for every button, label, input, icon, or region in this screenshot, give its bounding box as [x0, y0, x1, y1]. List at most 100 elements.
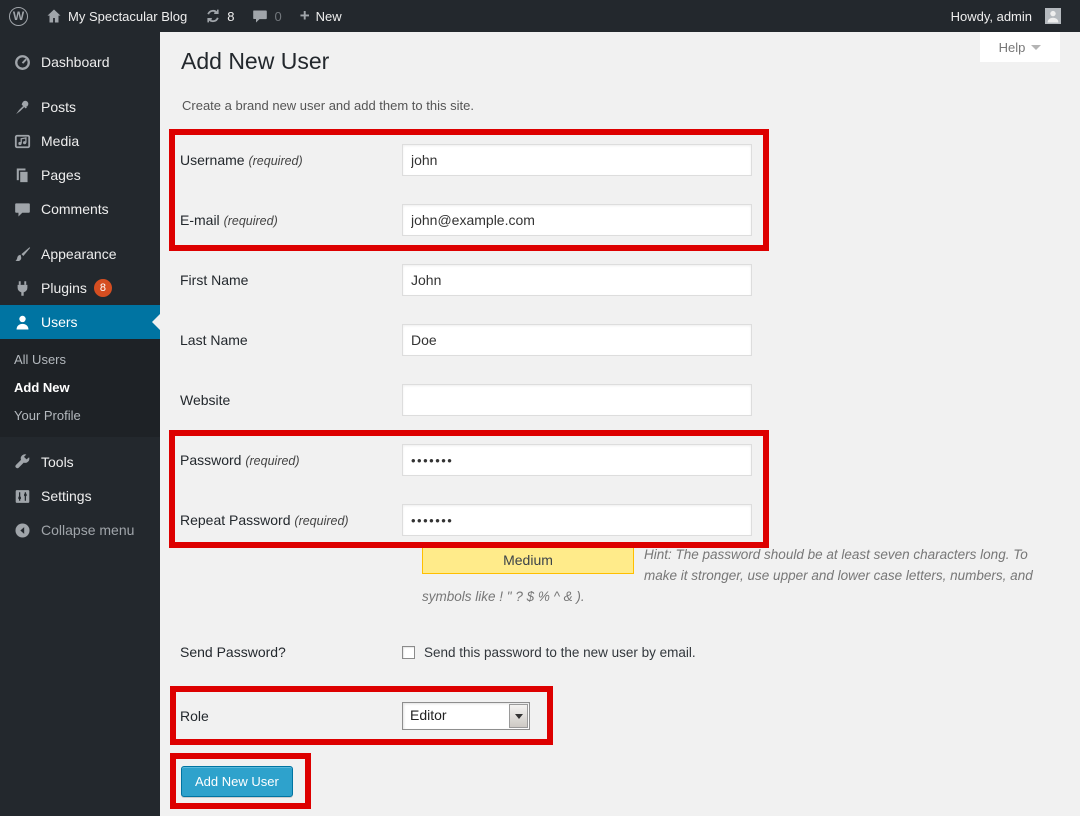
role-row: Role Editor	[180, 702, 530, 730]
sidebar-item-label: Collapse menu	[41, 522, 134, 538]
role-label: Role	[180, 708, 402, 724]
sidebar-item-settings[interactable]: Settings	[0, 479, 160, 513]
sidebar-item-users[interactable]: Users	[0, 305, 160, 339]
comment-count: 0	[274, 9, 281, 24]
website-input[interactable]	[402, 384, 752, 416]
password-input[interactable]	[402, 444, 752, 476]
username-label: Username (required)	[180, 152, 402, 168]
sidebar-item-label: Comments	[41, 201, 109, 217]
sidebar-item-label: Tools	[41, 454, 74, 470]
password-strength-meter: Medium	[422, 546, 634, 574]
sidebar-item-media[interactable]: Media	[0, 124, 160, 158]
sidebar-item-collapse-menu[interactable]: Collapse menu	[0, 513, 160, 547]
wordpress-logo-menu[interactable]: W	[0, 0, 37, 32]
password-row: Password (required)	[180, 444, 752, 476]
paintbrush-icon	[14, 246, 31, 263]
submenu-item-label: Your Profile	[14, 408, 81, 423]
active-item-arrow	[152, 314, 160, 330]
howdy-label: Howdy, admin	[951, 9, 1032, 24]
settings-icon	[14, 488, 31, 505]
collapse-arrow-icon	[14, 522, 31, 539]
updates-indicator[interactable]: 8	[196, 0, 243, 32]
sidebar-item-label: Plugins	[41, 280, 87, 296]
new-label: New	[316, 9, 342, 24]
home-icon	[46, 8, 62, 24]
chevron-down-icon	[515, 714, 523, 719]
last-name-row: Last Name	[180, 324, 752, 356]
wordpress-logo-icon: W	[9, 7, 28, 26]
sidebar-item-posts[interactable]: Posts	[0, 90, 160, 124]
admin-bar: W My Spectacular Blog 8 0 + Ne	[0, 0, 1080, 32]
last-name-input[interactable]	[402, 324, 752, 356]
email-row: E-mail (required)	[180, 204, 752, 236]
update-icon	[205, 8, 221, 24]
send-password-checkbox-label: Send this password to the new user by em…	[424, 645, 696, 660]
comments-indicator[interactable]: 0	[243, 0, 290, 32]
page-title: Add New User	[181, 48, 329, 75]
sidebar-item-label: Pages	[41, 167, 81, 183]
submenu-item-label: Add New	[14, 380, 70, 395]
send-password-label: Send Password?	[180, 644, 402, 660]
pushpin-icon	[14, 99, 31, 116]
users-submenu: All Users Add New Your Profile	[0, 339, 160, 437]
account-menu[interactable]: Howdy, admin	[942, 0, 1080, 32]
password-hint-area: Medium Hint: The password should be at l…	[422, 544, 1052, 607]
submenu-item-add-new[interactable]: Add New	[0, 373, 160, 401]
help-label: Help	[999, 40, 1026, 55]
sidebar-item-label: Posts	[41, 99, 76, 115]
email-label: E-mail (required)	[180, 212, 402, 228]
email-field[interactable]	[402, 204, 752, 236]
sidebar-item-label: Appearance	[41, 246, 117, 262]
username-row: Username (required)	[180, 144, 752, 176]
main-content: Help Add New User Create a brand new use…	[160, 32, 1080, 816]
repeat-password-input[interactable]	[402, 504, 752, 536]
send-password-checkbox[interactable]	[402, 646, 415, 659]
website-label: Website	[180, 392, 402, 408]
website-row: Website	[180, 384, 752, 416]
wrench-icon	[14, 454, 31, 471]
sidebar-item-label: Settings	[41, 488, 92, 504]
sidebar-item-appearance[interactable]: Appearance	[0, 237, 160, 271]
sidebar-item-tools[interactable]: Tools	[0, 445, 160, 479]
sidebar-item-label: Dashboard	[41, 54, 110, 70]
sidebar-item-plugins[interactable]: Plugins 8	[0, 271, 160, 305]
repeat-password-row: Repeat Password (required)	[180, 504, 752, 536]
update-count: 8	[227, 9, 234, 24]
plugins-update-badge: 8	[94, 279, 112, 297]
dashboard-icon	[14, 54, 31, 71]
first-name-input[interactable]	[402, 264, 752, 296]
new-content-menu[interactable]: + New	[291, 0, 351, 32]
role-select[interactable]: Editor	[402, 702, 530, 730]
help-button[interactable]: Help	[980, 32, 1060, 62]
site-name-link[interactable]: My Spectacular Blog	[37, 0, 196, 32]
send-password-row: Send Password? Send this password to the…	[180, 644, 696, 660]
pages-icon	[14, 167, 31, 184]
repeat-password-label: Repeat Password (required)	[180, 512, 402, 528]
add-new-user-button[interactable]: Add New User	[181, 766, 293, 797]
password-label: Password (required)	[180, 452, 402, 468]
role-selected-value: Editor	[403, 703, 508, 729]
select-dropdown-button[interactable]	[509, 704, 528, 728]
comment-bubble-icon	[252, 8, 268, 24]
sidebar-item-pages[interactable]: Pages	[0, 158, 160, 192]
sidebar-item-comments[interactable]: Comments	[0, 192, 160, 226]
admin-sidebar: Dashboard Posts Media Pages Comments	[0, 32, 160, 816]
page-description: Create a brand new user and add them to …	[182, 98, 474, 113]
submenu-item-all-users[interactable]: All Users	[0, 345, 160, 373]
sidebar-item-label: Users	[41, 314, 78, 330]
chevron-down-icon	[1031, 45, 1041, 50]
last-name-label: Last Name	[180, 332, 402, 348]
first-name-label: First Name	[180, 272, 402, 288]
plus-icon: +	[300, 9, 310, 23]
user-icon	[14, 314, 31, 331]
sidebar-item-dashboard[interactable]: Dashboard	[0, 45, 160, 79]
comments-icon	[14, 201, 31, 218]
submenu-item-your-profile[interactable]: Your Profile	[0, 401, 160, 429]
first-name-row: First Name	[180, 264, 752, 296]
media-icon	[14, 133, 31, 150]
plugin-icon	[14, 280, 31, 297]
username-input[interactable]	[402, 144, 752, 176]
sidebar-item-label: Media	[41, 133, 79, 149]
site-name-label: My Spectacular Blog	[68, 9, 187, 24]
avatar	[1045, 8, 1061, 24]
